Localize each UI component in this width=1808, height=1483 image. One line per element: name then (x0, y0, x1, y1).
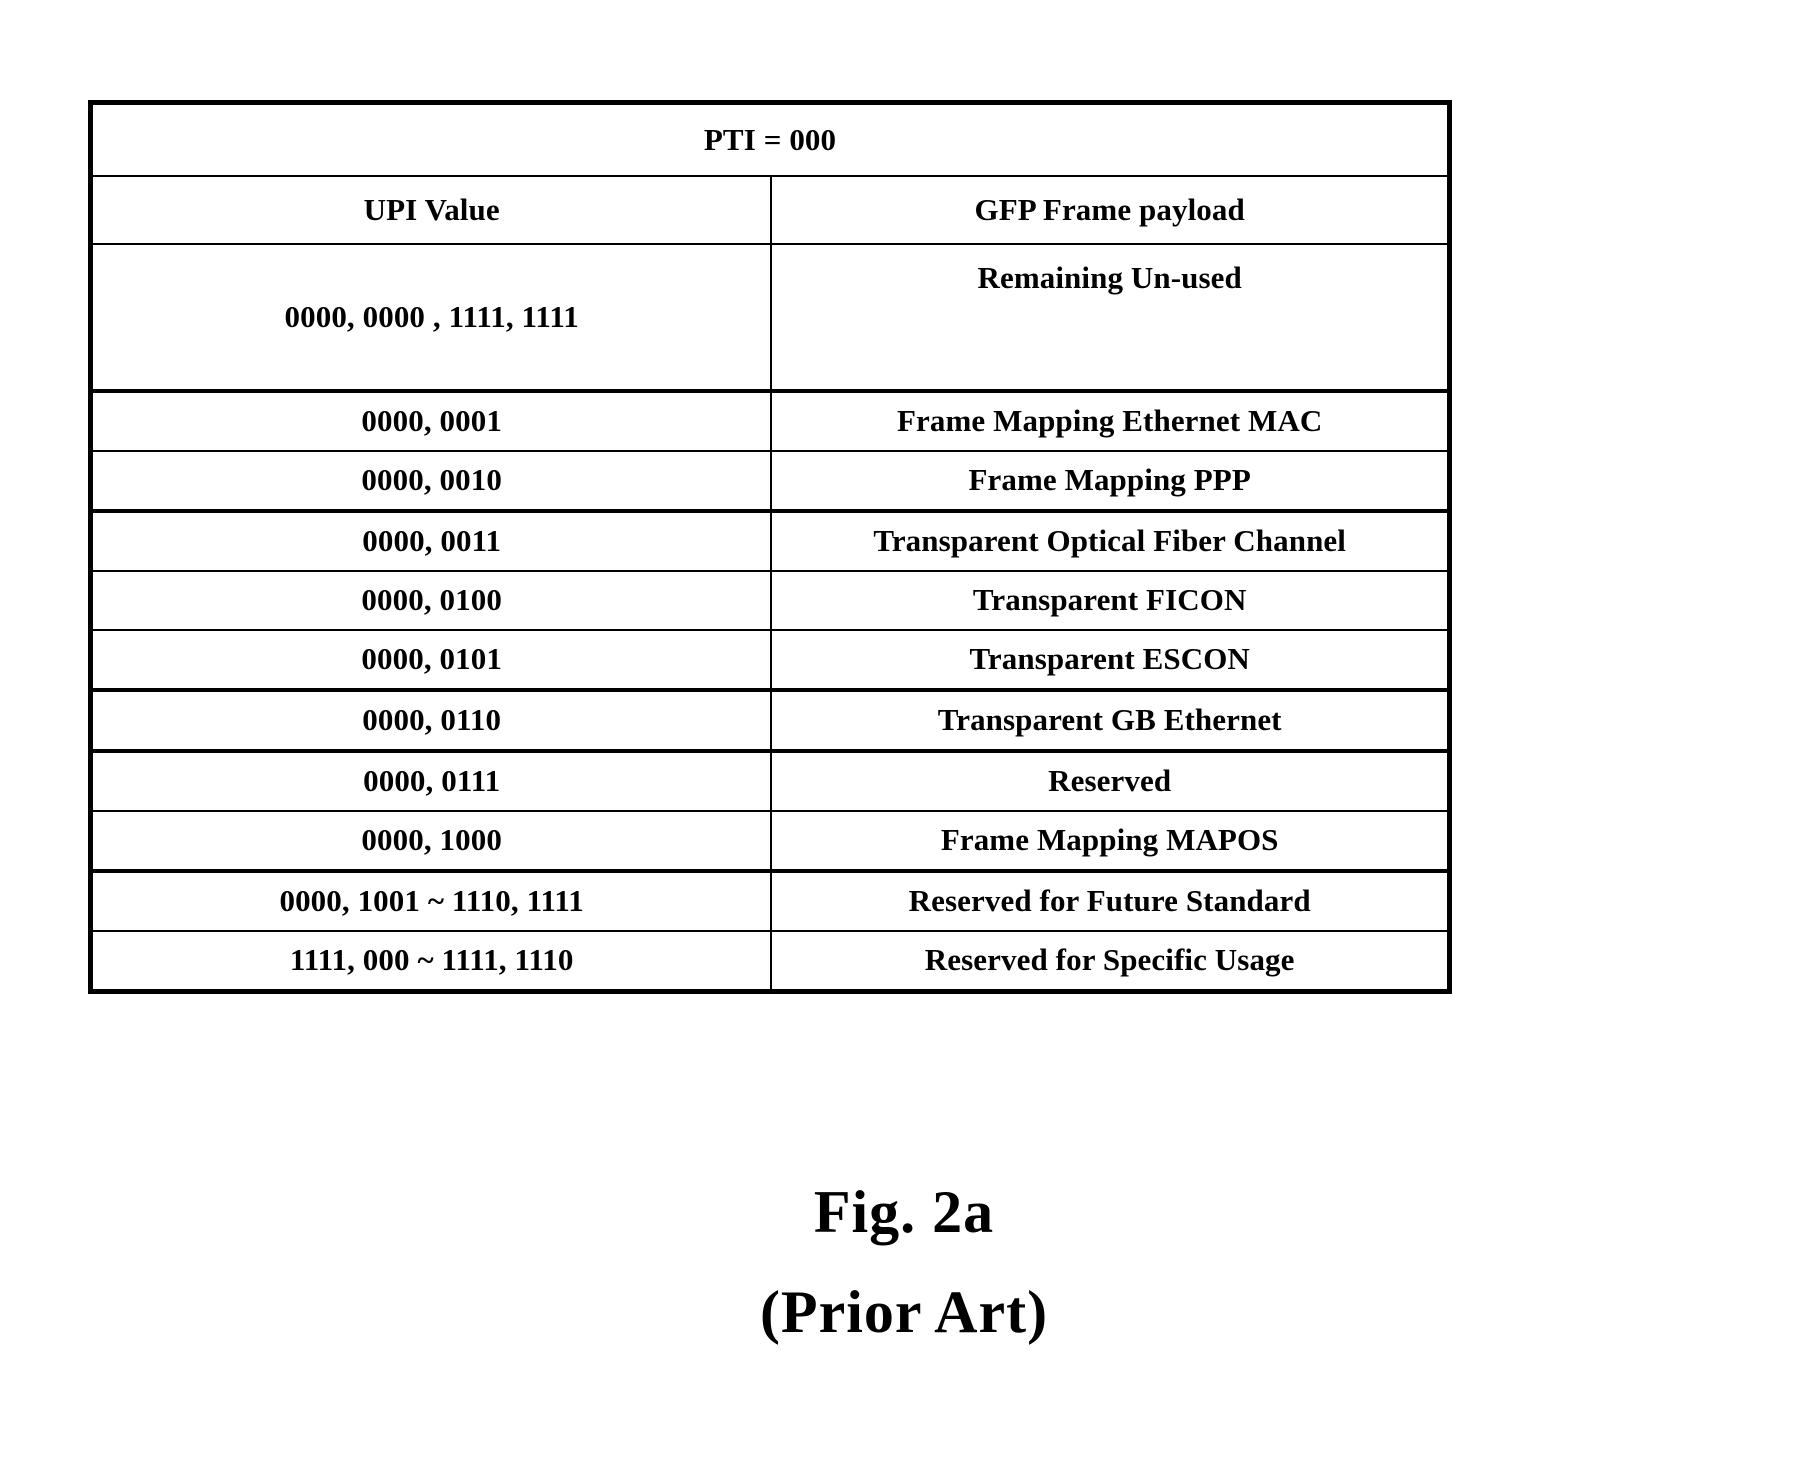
cell-gfp-payload: Frame Mapping Ethernet MAC (770, 390, 1451, 452)
cell-gfp-payload: Transparent GB Ethernet (770, 689, 1451, 753)
table-title-row: PTI = 000 (89, 101, 1451, 177)
column-header-upi-value: UPI Value (89, 175, 773, 245)
cell-upi-value: 0000, 0101 (89, 629, 773, 692)
cell-upi-value: 0000, 0110 (89, 689, 773, 753)
cell-gfp-payload: Transparent FICON (770, 570, 1451, 631)
cell-gfp-payload: Reserved (770, 750, 1451, 812)
table-row: 0000, 0100 Transparent FICON (89, 570, 1451, 631)
cell-upi-value: 0000, 0001 (89, 390, 773, 452)
cell-upi-value: 0000, 0111 (89, 750, 773, 812)
table-row: 1111, 000 ~ 1111, 1110 Reserved for Spec… (89, 930, 1451, 993)
cell-upi-value: 0000, 0010 (89, 450, 773, 513)
table-row: 0000, 0001 Frame Mapping Ethernet MAC (89, 390, 1451, 452)
cell-upi-value: 0000, 0011 (89, 510, 773, 572)
gfp-upi-table-container: PTI = 000 UPI Value GFP Frame payload 00… (88, 100, 1452, 994)
table-row: 0000, 0101 Transparent ESCON (89, 629, 1451, 692)
cell-gfp-payload: Frame Mapping MAPOS (770, 810, 1451, 873)
figure-prior-art-note: (Prior Art) (759, 1279, 1049, 1345)
cell-gfp-payload: Transparent Optical Fiber Channel (770, 510, 1451, 572)
cell-gfp-payload: Reserved for Future Standard (770, 870, 1451, 932)
gfp-upi-table: PTI = 000 UPI Value GFP Frame payload 00… (88, 100, 1452, 994)
table-row: 0000, 0111 Reserved (89, 750, 1451, 812)
pti-title-cell: PTI = 000 (89, 101, 1451, 177)
cell-upi-value: 0000, 0100 (89, 570, 773, 631)
cell-gfp-payload: Transparent ESCON (770, 629, 1451, 692)
cell-upi-value: 0000, 1000 (89, 810, 773, 873)
figure-label: Fig. 2a (813, 1179, 995, 1245)
table-row: 0000, 0000 , 1111, 1111 Remaining Un-use… (89, 243, 1451, 393)
table-row: 0000, 0011 Transparent Optical Fiber Cha… (89, 510, 1451, 572)
table-row: 0000, 1001 ~ 1110, 1111 Reserved for Fut… (89, 870, 1451, 932)
cell-gfp-payload: Remaining Un-used (770, 243, 1451, 393)
table-body: PTI = 000 UPI Value GFP Frame payload 00… (89, 101, 1451, 993)
table-header-row: UPI Value GFP Frame payload (89, 175, 1451, 245)
table-row: 0000, 1000 Frame Mapping MAPOS (89, 810, 1451, 873)
cell-upi-value: 0000, 1001 ~ 1110, 1111 (89, 870, 773, 932)
cell-gfp-payload: Reserved for Specific Usage (770, 930, 1451, 993)
cell-upi-value: 1111, 000 ~ 1111, 1110 (89, 930, 773, 993)
table-row: 0000, 0010 Frame Mapping PPP (89, 450, 1451, 513)
cell-upi-value: 0000, 0000 , 1111, 1111 (89, 243, 773, 393)
cell-gfp-payload: Frame Mapping PPP (770, 450, 1451, 513)
column-header-gfp-frame-payload: GFP Frame payload (770, 175, 1451, 245)
table-row: 0000, 0110 Transparent GB Ethernet (89, 689, 1451, 753)
figure-page: PTI = 000 UPI Value GFP Frame payload 00… (0, 0, 1808, 1483)
